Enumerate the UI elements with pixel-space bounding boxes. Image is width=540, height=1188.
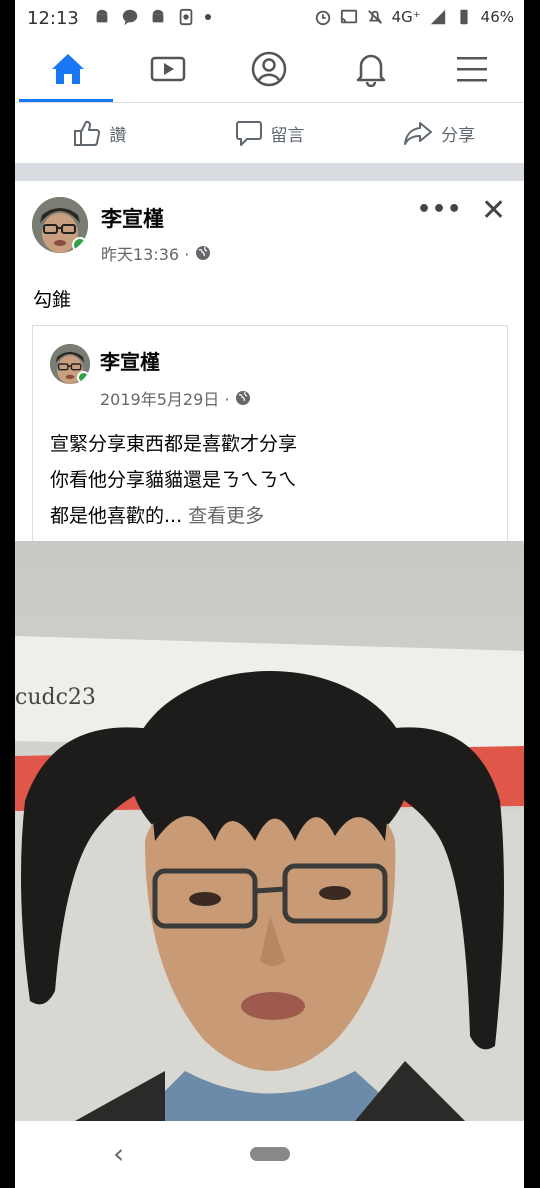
shared-post-line-last: 都是他喜歡的... 查看更多 <box>50 498 297 534</box>
share-icon <box>404 122 433 145</box>
comment-label: 留言 <box>270 125 305 146</box>
post-action-bar: 讚 留言 分享 <box>15 103 524 163</box>
tab-notifications[interactable] <box>322 36 420 102</box>
alarm-icon <box>315 10 330 26</box>
shared-post-author[interactable]: 李宣槿 <box>100 346 160 375</box>
like-button[interactable]: 讚 <box>15 103 185 163</box>
online-status-dot <box>72 237 88 253</box>
post-text: 勾錐 <box>33 289 72 311</box>
shared-post-meta: 2019年5月29日 · <box>100 386 251 410</box>
home-icon <box>52 54 84 84</box>
battery-level: 46% <box>480 8 514 26</box>
shared-post[interactable]: 李宣槿 2019年5月29日 · 宣緊分享東西都是喜歡才分享 你看他分享貓貓還是… <box>32 325 508 556</box>
more-notifications-icon <box>205 14 211 20</box>
more-options-icon[interactable]: ••• <box>417 197 462 222</box>
messenger-icon <box>122 9 138 26</box>
comment-icon <box>235 121 262 146</box>
shared-avatar[interactable] <box>50 344 90 384</box>
post-author[interactable]: 李宣槿 <box>101 203 164 233</box>
network-type: 4G⁺ <box>391 8 421 26</box>
tab-menu[interactable] <box>423 36 521 102</box>
feed-post: 李宣槿 昨天13:36 · ••• ✕ 勾錐 李宣槿 2019年5月29日 · … <box>15 181 524 556</box>
tab-profile[interactable] <box>220 36 318 102</box>
mute-icon <box>367 10 382 24</box>
globe-icon <box>236 391 251 405</box>
post-photo[interactable]: cudc23 <box>15 541 524 1121</box>
close-icon[interactable]: ✕ <box>481 193 506 228</box>
avatar[interactable] <box>32 197 88 253</box>
profile-icon <box>251 51 287 87</box>
home-pill-button[interactable] <box>250 1147 290 1161</box>
status-bar: 12:13 4G⁺ 46% <box>15 0 524 36</box>
android-icon <box>96 9 108 23</box>
bell-icon <box>356 54 386 87</box>
shared-post-text: 宣緊分享東西都是喜歡才分享 你看他分享貓貓還是ㄋㄟㄋㄟ 都是他喜歡的... 查看… <box>50 426 297 534</box>
shared-post-line: 你看他分享貓貓還是ㄋㄟㄋㄟ <box>50 469 298 491</box>
share-label: 分享 <box>441 125 476 146</box>
share-button[interactable]: 分享 <box>354 103 524 163</box>
active-tab-indicator <box>19 99 113 102</box>
post-meta: 昨天13:36 · <box>101 241 211 265</box>
comment-button[interactable]: 留言 <box>185 103 355 163</box>
back-icon[interactable]: ‹ <box>113 1137 124 1170</box>
shared-post-line: 宣緊分享東西都是喜歡才分享 <box>50 433 298 455</box>
thumbs-up-icon <box>74 120 101 146</box>
see-more-link[interactable]: 查看更多 <box>188 505 264 527</box>
battery-icon <box>460 9 468 25</box>
like-label: 讚 <box>109 125 127 146</box>
post-timestamp[interactable]: 昨天13:36 · <box>101 241 189 265</box>
shared-post-date[interactable]: 2019年5月29日 · <box>100 386 229 410</box>
tab-video[interactable] <box>119 36 217 102</box>
cast-icon <box>340 9 357 24</box>
globe-icon <box>196 246 211 260</box>
app-notification-icon <box>179 8 193 26</box>
system-nav-bar: ‹ <box>15 1121 524 1188</box>
app-frame: 12:13 4G⁺ 46% 讚 留言 分享 李宣槿 昨天13:36 · ••• … <box>15 0 524 1188</box>
photo-watermark: cudc23 <box>15 685 96 710</box>
online-status-dot <box>77 371 90 384</box>
android-icon <box>152 9 164 23</box>
menu-icon <box>457 57 487 82</box>
video-icon <box>150 56 186 82</box>
tab-home[interactable] <box>19 36 117 102</box>
photo-image <box>15 541 524 1121</box>
signal-icon <box>430 9 445 25</box>
shared-post-line: 都是他喜歡的... <box>50 505 183 527</box>
top-nav <box>15 36 524 103</box>
status-time: 12:13 <box>27 8 79 29</box>
feed-separator <box>15 163 524 181</box>
